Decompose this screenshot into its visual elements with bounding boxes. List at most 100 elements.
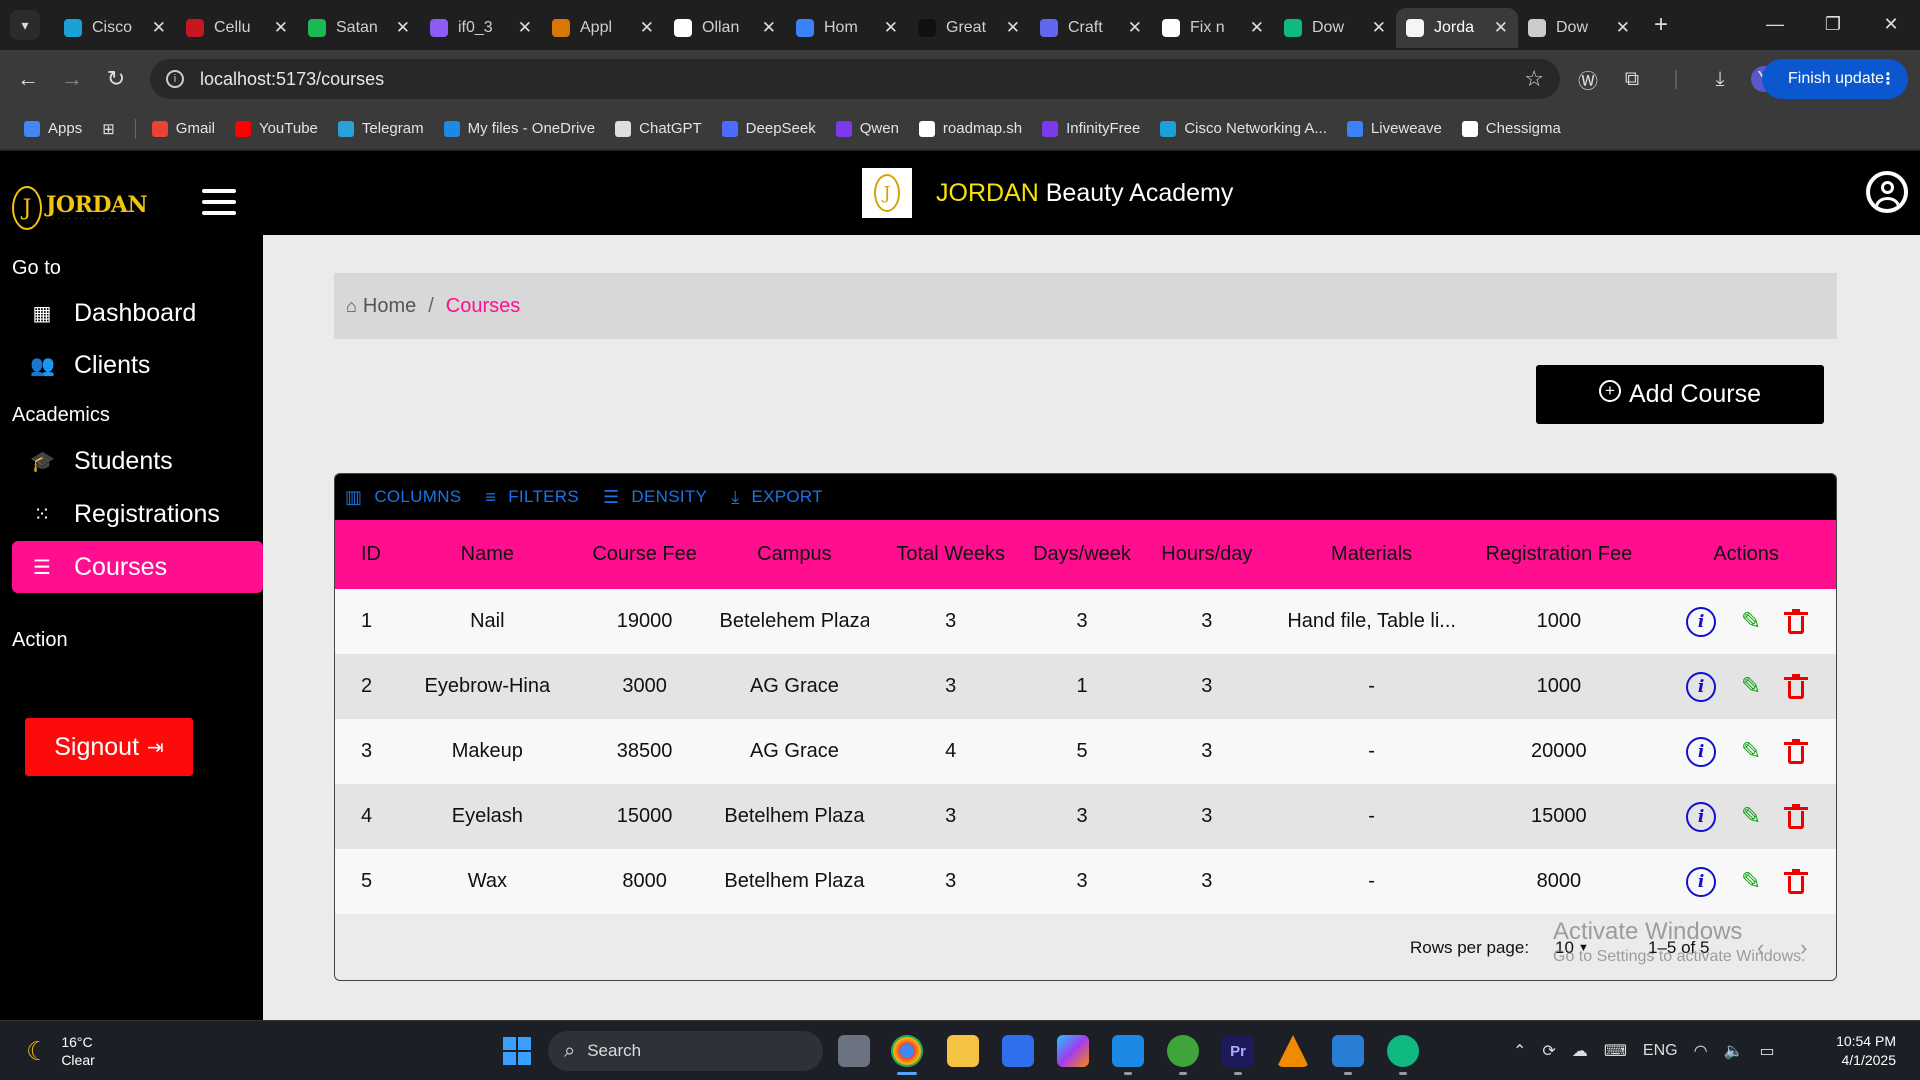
- info-icon[interactable]: i: [1686, 866, 1717, 897]
- sidebar-item-registrations[interactable]: ⁙ Registrations: [12, 488, 263, 540]
- browser-tab[interactable]: Dow ✕: [1274, 8, 1396, 48]
- close-tab-icon[interactable]: ✕: [1006, 18, 1020, 38]
- browser-tab[interactable]: Craft ✕: [1030, 8, 1152, 48]
- column-header-id[interactable]: ID: [335, 543, 405, 566]
- close-tab-icon[interactable]: ✕: [1616, 18, 1630, 38]
- column-header-total-weeks[interactable]: Total Weeks: [869, 543, 1032, 566]
- extension-w-icon[interactable]: Ⓦ: [1575, 65, 1601, 94]
- close-tab-icon[interactable]: ✕: [762, 18, 776, 38]
- close-tab-icon[interactable]: ✕: [1494, 18, 1508, 38]
- browser-tab[interactable]: Ollan ✕: [664, 8, 786, 48]
- column-header-materials[interactable]: Materials: [1282, 543, 1462, 566]
- language-indicator[interactable]: ENG: [1643, 1042, 1678, 1060]
- table-row[interactable]: 5 Wax 8000 Betelhem Plaza 3 3 3-8000 i ✎: [335, 849, 1836, 914]
- browser-tab[interactable]: Appl ✕: [542, 8, 664, 48]
- info-icon[interactable]: i: [1686, 606, 1717, 637]
- table-row[interactable]: 1 Nail 19000 Betelehem Plaza 3 3 3 Hand file, T…: [335, 589, 1836, 654]
- browser-tab[interactable]: Cisco ✕: [54, 8, 176, 48]
- minimize-button[interactable]: —: [1746, 0, 1804, 48]
- chrome-taskbar-icon[interactable]: [891, 1035, 923, 1075]
- sidebar-item-students[interactable]: 🎓 Students: [12, 435, 263, 487]
- bookmark-star-icon[interactable]: ☆: [1524, 66, 1544, 92]
- close-window-button[interactable]: ✕: [1862, 0, 1920, 48]
- vlc-icon[interactable]: [1277, 1035, 1309, 1067]
- photos-icon[interactable]: [1332, 1035, 1364, 1075]
- sidebar-item-clients[interactable]: 👥 Clients: [12, 339, 263, 391]
- new-tab-button[interactable]: +: [1654, 11, 1668, 39]
- file-explorer-icon[interactable]: [947, 1035, 979, 1067]
- browser-tab[interactable]: Cellu ✕: [176, 8, 298, 48]
- site-info-icon[interactable]: i: [166, 70, 184, 88]
- column-header-course-fee[interactable]: Course Fee: [570, 543, 720, 566]
- export-button[interactable]: ⤓ EXPORT: [731, 487, 823, 508]
- table-row[interactable]: 4 Eyelash 15000 Betelhem Plaza 3 3 3-15000 i ✎: [335, 784, 1836, 849]
- delete-icon[interactable]: [1784, 803, 1809, 829]
- volume-icon[interactable]: 🔈: [1724, 1041, 1744, 1061]
- bookmark-item[interactable]: Telegram: [337, 120, 424, 137]
- sidebar-item-courses[interactable]: ☰ Courses: [12, 541, 263, 593]
- info-icon[interactable]: i: [1686, 801, 1717, 832]
- microsoft-store-icon[interactable]: [1002, 1035, 1034, 1067]
- close-tab-icon[interactable]: ✕: [1372, 18, 1386, 38]
- finish-update-button[interactable]: Finish update ⋮: [1762, 59, 1908, 99]
- info-icon[interactable]: i: [1686, 736, 1717, 767]
- onedrive-icon[interactable]: ☁: [1572, 1041, 1588, 1061]
- tab-groups-icon[interactable]: ⊞: [102, 120, 115, 138]
- breadcrumb-home[interactable]: ⌂ Home: [346, 295, 416, 318]
- edit-icon[interactable]: ✎: [1736, 607, 1766, 636]
- close-tab-icon[interactable]: ✕: [396, 18, 410, 38]
- edit-icon[interactable]: ✎: [1736, 672, 1766, 701]
- signout-button[interactable]: Signout ⇥: [25, 718, 193, 776]
- bookmark-item[interactable]: YouTube: [234, 120, 318, 137]
- bookmark-item[interactable]: roadmap.sh: [918, 120, 1022, 137]
- close-tab-icon[interactable]: ✕: [884, 18, 898, 38]
- maximize-button[interactable]: ❐: [1804, 0, 1862, 48]
- close-tab-icon[interactable]: ✕: [274, 18, 288, 38]
- bookmark-item[interactable]: Gmail: [151, 120, 215, 137]
- delete-icon[interactable]: [1784, 868, 1809, 894]
- windows-start-icon[interactable]: [503, 1037, 531, 1065]
- browser-tab[interactable]: Great ✕: [908, 8, 1030, 48]
- delete-icon[interactable]: [1784, 673, 1809, 699]
- add-course-button[interactable]: + Add Course: [1536, 365, 1824, 424]
- taskbar-search[interactable]: ⌕ Search: [548, 1031, 823, 1071]
- browser-tab[interactable]: Satan ✕: [298, 8, 420, 48]
- chevron-up-icon[interactable]: ⌃: [1513, 1041, 1526, 1061]
- keyboard-icon[interactable]: ⌨: [1604, 1041, 1627, 1061]
- browser-tab[interactable]: Fix n ✕: [1152, 8, 1274, 48]
- columns-button[interactable]: ▥ COLUMNS: [345, 487, 461, 508]
- task-view-icon[interactable]: [838, 1035, 870, 1067]
- browser-tab[interactable]: Hom ✕: [786, 8, 908, 48]
- menu-toggle-icon[interactable]: [202, 189, 236, 219]
- microsoft-365-icon[interactable]: [1057, 1035, 1089, 1067]
- filters-button[interactable]: ≡ FILTERS: [485, 487, 579, 508]
- info-icon[interactable]: i: [1686, 671, 1717, 702]
- close-tab-icon[interactable]: ✕: [1250, 18, 1264, 38]
- address-bar[interactable]: i localhost:5173/courses ☆: [150, 59, 1560, 99]
- premiere-pro-icon[interactable]: Pr: [1222, 1035, 1254, 1075]
- column-header-registration-fee[interactable]: Registration Fee: [1462, 543, 1657, 566]
- browser-tab[interactable]: if0_3 ✕: [420, 8, 542, 48]
- sidebar-item-dashboard[interactable]: ▦ Dashboard: [12, 287, 263, 339]
- tab-search-button[interactable]: ▾: [10, 10, 40, 40]
- column-header-name[interactable]: Name: [405, 543, 570, 566]
- reload-button[interactable]: ↻: [98, 61, 134, 97]
- bookmark-item[interactable]: My files - OneDrive: [443, 120, 595, 137]
- mongodb-compass-icon[interactable]: [1387, 1035, 1419, 1075]
- bookmark-item[interactable]: Chessigma: [1461, 120, 1561, 137]
- table-row[interactable]: 3 Makeup 38500 AG Grace 4 5 3-20000 i ✎: [335, 719, 1836, 784]
- edit-icon[interactable]: ✎: [1736, 867, 1766, 896]
- sync-icon[interactable]: ⟳: [1542, 1041, 1555, 1061]
- taskbar-clock[interactable]: 10:54 PM 4/1/2025: [1836, 1032, 1896, 1070]
- sidebar-logo[interactable]: J JORDAN · · · · · · · · · · · · ·: [12, 186, 148, 230]
- battery-icon[interactable]: ▭: [1759, 1041, 1774, 1061]
- edit-icon[interactable]: ✎: [1736, 737, 1766, 766]
- column-header-campus[interactable]: Campus: [720, 543, 870, 566]
- browser-tab[interactable]: Jorda ✕: [1396, 8, 1518, 48]
- close-tab-icon[interactable]: ✕: [1128, 18, 1142, 38]
- browser-tab[interactable]: Dow ✕: [1518, 8, 1640, 48]
- user-account-icon[interactable]: [1866, 171, 1908, 213]
- weather-widget[interactable]: ☾ 16°C Clear: [26, 1033, 95, 1069]
- column-header-hours-day[interactable]: Hours/day: [1132, 543, 1282, 566]
- column-header-days-week[interactable]: Days/week: [1032, 543, 1132, 566]
